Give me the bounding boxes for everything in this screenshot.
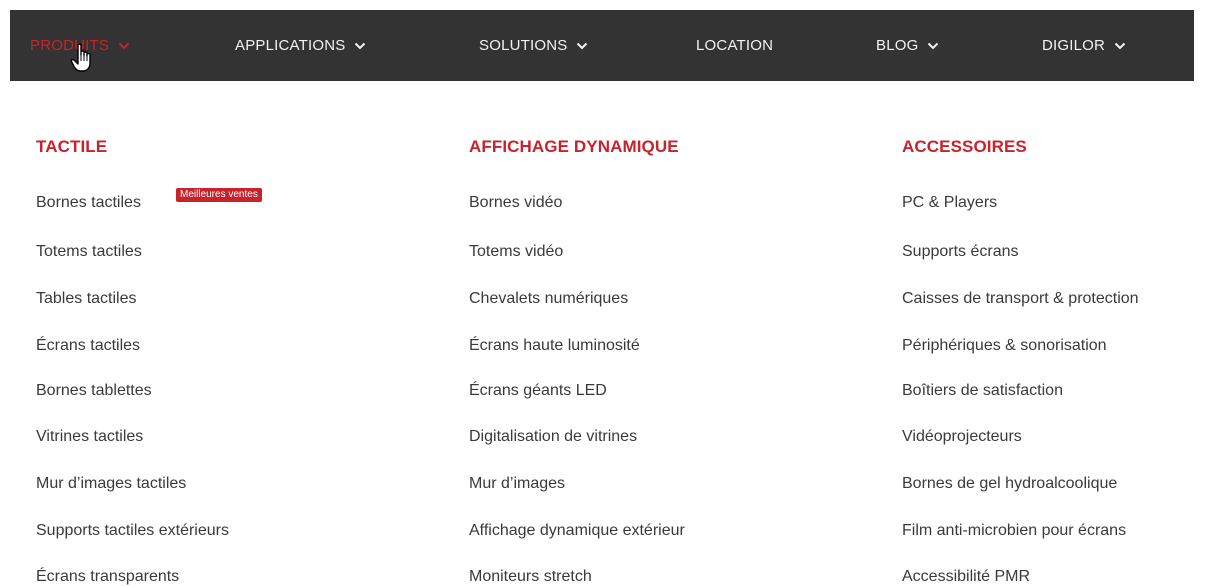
menu-item-caisses-transport-protection[interactable]: Caisses de transport & protection bbox=[902, 290, 1139, 308]
menu-item-film-anti-microbien[interactable]: Film anti-microbien pour écrans bbox=[902, 522, 1126, 540]
nav-item-label: SOLUTIONS bbox=[479, 37, 568, 54]
menu-item-bornes-tablettes[interactable]: Bornes tablettes bbox=[36, 382, 152, 400]
menu-item-supports-tactiles-exterieurs[interactable]: Supports tactiles extérieurs bbox=[36, 522, 229, 540]
menu-item-affichage-dynamique-exterieur[interactable]: Affichage dynamique extérieur bbox=[469, 522, 685, 540]
column-heading: ACCESSOIRES bbox=[902, 137, 1027, 156]
menu-item-chevalets-numeriques[interactable]: Chevalets numériques bbox=[469, 290, 628, 308]
menu-item-digitalisation-vitrines[interactable]: Digitalisation de vitrines bbox=[469, 428, 637, 446]
menu-item-bornes-gel-hydroalcoolique[interactable]: Bornes de gel hydroalcoolique bbox=[902, 475, 1117, 493]
menu-item-ecrans-geants-led[interactable]: Écrans géants LED bbox=[469, 382, 607, 400]
nav-item-blog[interactable]: BLOG bbox=[876, 10, 939, 81]
menu-item-moniteurs-stretch[interactable]: Moniteurs stretch bbox=[469, 568, 592, 586]
nav-item-digilor[interactable]: DIGILOR bbox=[1042, 10, 1126, 81]
menu-item-totems-tactiles[interactable]: Totems tactiles bbox=[36, 243, 142, 261]
menu-item-bornes-video[interactable]: Bornes vidéo bbox=[469, 194, 562, 212]
nav-item-label: BLOG bbox=[876, 37, 919, 54]
menu-item-ecrans-transparents[interactable]: Écrans transparents bbox=[36, 568, 179, 586]
column-heading: AFFICHAGE DYNAMIQUE bbox=[469, 137, 679, 156]
menu-item-vitrines-tactiles[interactable]: Vitrines tactiles bbox=[36, 428, 143, 446]
menu-item-accessibilite-pmr[interactable]: Accessibilité PMR bbox=[902, 568, 1030, 586]
menu-item-totems-video[interactable]: Totems vidéo bbox=[469, 243, 563, 261]
nav-item-label: APPLICATIONS bbox=[235, 37, 346, 54]
menu-column-affichage-dynamique: AFFICHAGE DYNAMIQUE Bornes vidéo Totems … bbox=[469, 136, 685, 585]
chevron-down-icon bbox=[118, 42, 130, 50]
menu-column-tactile: TACTILE Bornes tactiles Totems tactiles … bbox=[36, 136, 262, 585]
nav-item-location[interactable]: LOCATION bbox=[696, 10, 773, 81]
best-seller-badge: Meilleures ventes bbox=[176, 188, 262, 202]
menu-item-boitiers-satisfaction[interactable]: Boîtiers de satisfaction bbox=[902, 382, 1063, 400]
chevron-down-icon bbox=[927, 42, 939, 50]
menu-item-peripheriques-sonorisation[interactable]: Périphériques & sonorisation bbox=[902, 337, 1107, 355]
menu-item-mur-images[interactable]: Mur d’images bbox=[469, 475, 565, 493]
menu-item-bornes-tactiles[interactable]: Bornes tactiles bbox=[36, 194, 141, 212]
nav-item-label: LOCATION bbox=[696, 37, 774, 54]
hand-pointer-cursor-icon bbox=[70, 43, 96, 73]
menu-item-ecrans-haute-luminosite[interactable]: Écrans haute luminosité bbox=[469, 337, 640, 355]
menu-item-ecrans-tactiles[interactable]: Écrans tactiles bbox=[36, 337, 140, 355]
chevron-down-icon bbox=[576, 42, 588, 50]
chevron-down-icon bbox=[1114, 42, 1126, 50]
nav-item-applications[interactable]: APPLICATIONS bbox=[235, 10, 366, 81]
menu-column-accessoires: ACCESSOIRES PC & Players Supports écrans… bbox=[902, 136, 1139, 585]
menu-item-mur-images-tactiles[interactable]: Mur d’images tactiles bbox=[36, 475, 186, 493]
nav-item-solutions[interactable]: SOLUTIONS bbox=[479, 10, 588, 81]
chevron-down-icon bbox=[354, 42, 366, 50]
menu-item-supports-ecrans[interactable]: Supports écrans bbox=[902, 243, 1019, 261]
nav-item-label: DIGILOR bbox=[1042, 37, 1106, 54]
menu-item-pc-players[interactable]: PC & Players bbox=[902, 194, 997, 212]
main-navbar: PRODUITS APPLICATIONS SOLUTIONS LOCATION… bbox=[10, 10, 1194, 81]
menu-item-tables-tactiles[interactable]: Tables tactiles bbox=[36, 290, 137, 308]
menu-item-videoprojecteurs[interactable]: Vidéoprojecteurs bbox=[902, 428, 1022, 446]
column-heading: TACTILE bbox=[36, 137, 108, 156]
